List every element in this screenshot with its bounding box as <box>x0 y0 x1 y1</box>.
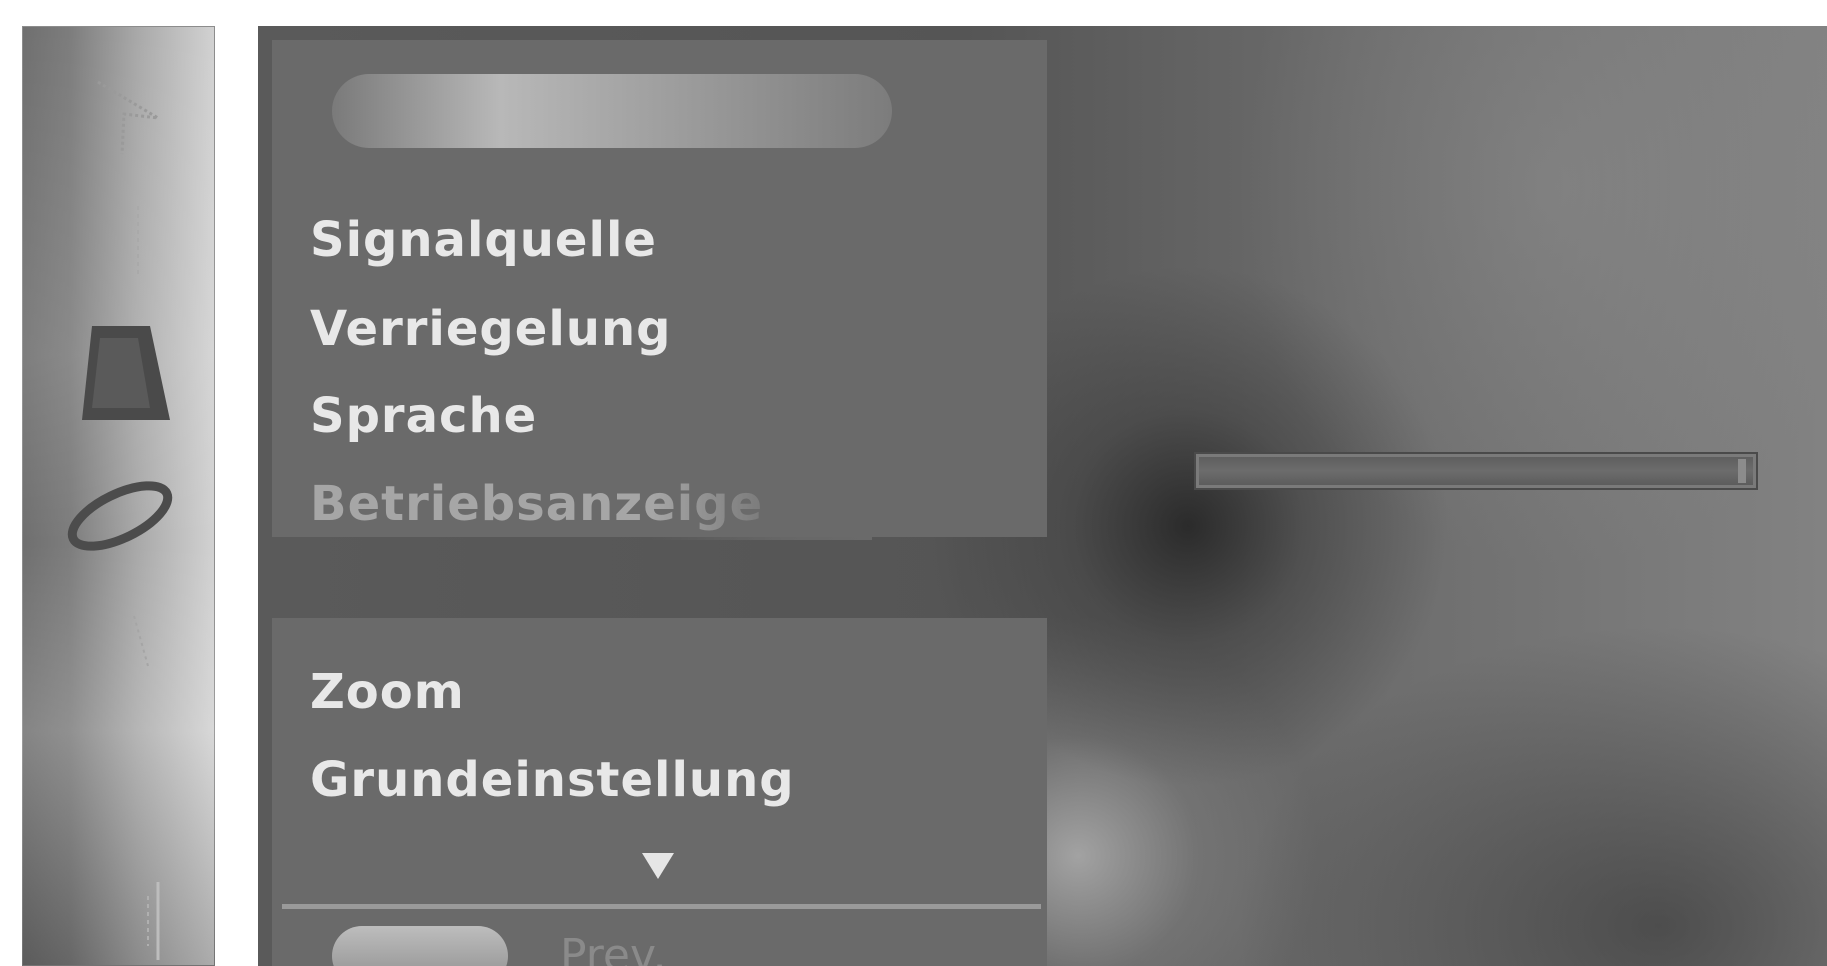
menu-item-sprache[interactable]: Sprache <box>310 392 537 440</box>
value-slider-bar[interactable] <box>1196 454 1756 488</box>
item-fade-overlay <box>652 470 872 540</box>
prev-label: Prev. <box>560 930 667 966</box>
menu-item-verriegelung[interactable]: Verriegelung <box>310 305 672 353</box>
menu-title-bar <box>332 74 892 148</box>
tv-screen: Signalquelle Verriegelung Sprache Betrie… <box>258 26 1827 966</box>
menu-category-sidebar <box>22 26 215 966</box>
menu-divider <box>282 904 1041 909</box>
menu-item-zoom[interactable]: Zoom <box>310 668 465 716</box>
timer-icon[interactable] <box>66 474 176 564</box>
menu-item-signalquelle[interactable]: Signalquelle <box>310 216 657 264</box>
scroll-down-arrow-icon[interactable] <box>642 853 674 879</box>
input-icon[interactable] <box>122 876 182 966</box>
setup-menu-panel: Signalquelle Verriegelung Sprache Betrie… <box>272 40 1047 540</box>
prev-button[interactable] <box>332 926 508 966</box>
sound-icon[interactable] <box>122 196 162 286</box>
menu-item-grundeinstellung[interactable]: Grundeinstellung <box>310 756 795 804</box>
setup-menu-lower-panel: Zoom Grundeinstellung Prev. <box>272 618 1047 966</box>
channel-icon[interactable] <box>114 606 164 686</box>
setup-icon[interactable] <box>78 320 188 430</box>
picture-icon[interactable] <box>92 56 172 166</box>
